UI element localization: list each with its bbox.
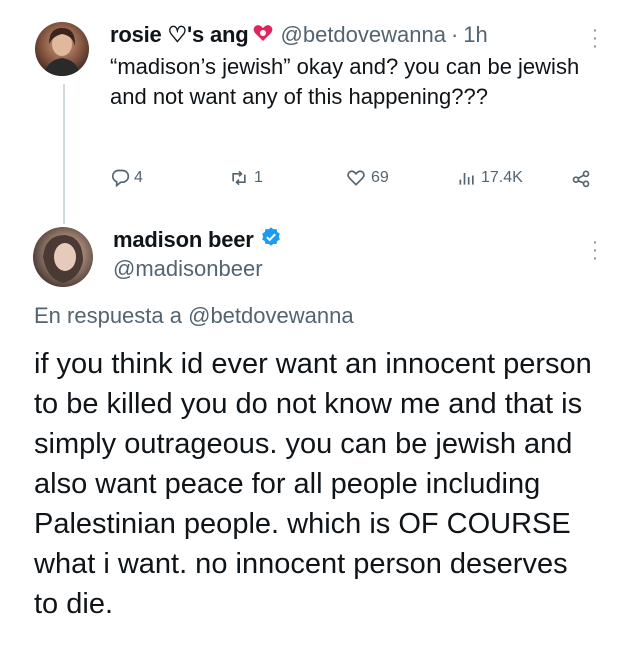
timestamp[interactable]: 1h bbox=[463, 22, 487, 48]
more-options-icon[interactable]: · · · bbox=[590, 20, 600, 56]
retweet-action[interactable]: 1 bbox=[228, 168, 263, 188]
thread-connector-line bbox=[63, 84, 65, 224]
reply-action[interactable]: 4 bbox=[110, 168, 143, 188]
reply-tweet-text: if you think id ever want an innocent pe… bbox=[34, 348, 592, 620]
reply-tweet-header: madison beer bbox=[113, 226, 282, 253]
views-chart-icon bbox=[459, 173, 474, 185]
handle-rosie[interactable]: @betdovewanna bbox=[281, 22, 446, 48]
share-icon bbox=[572, 170, 590, 188]
handle-madison[interactable]: @madisonbeer bbox=[113, 256, 263, 282]
like-count: 69 bbox=[371, 169, 389, 186]
replying-to-mention-link[interactable]: @betdovewanna bbox=[188, 303, 353, 328]
like-action[interactable]: 69 bbox=[345, 168, 389, 188]
replying-to-line: En respuesta a @betdovewanna bbox=[34, 303, 354, 329]
red-heart-emoji-icon bbox=[253, 24, 273, 47]
parent-tweet-header: rosie ♡'s ang @betdovewanna · 1h bbox=[110, 22, 488, 48]
avatar-photo-icon bbox=[43, 28, 81, 76]
avatar-madison[interactable] bbox=[33, 227, 93, 287]
parent-tweet-text: “madison’s jewish” okay and? you can be … bbox=[110, 54, 580, 109]
avatar-rosie[interactable] bbox=[35, 22, 89, 76]
separator-dot: · bbox=[450, 22, 459, 47]
views-action[interactable]: 17.4K bbox=[457, 168, 523, 188]
display-name-rosie[interactable]: rosie ♡'s ang bbox=[110, 22, 249, 48]
share-action[interactable] bbox=[570, 168, 592, 188]
verified-badge-icon bbox=[260, 226, 282, 253]
retweet-icon bbox=[232, 170, 246, 186]
heart-icon bbox=[347, 170, 365, 186]
avatar-photo-icon bbox=[43, 235, 83, 283]
reply-icon bbox=[111, 169, 130, 188]
reply-count: 4 bbox=[134, 169, 143, 186]
replying-to-prefix: En respuesta a bbox=[34, 303, 182, 328]
retweet-count: 1 bbox=[254, 169, 263, 186]
more-options-icon[interactable]: · · · bbox=[590, 232, 600, 268]
display-name-madison[interactable]: madison beer bbox=[113, 227, 254, 253]
views-count: 17.4K bbox=[481, 169, 523, 186]
